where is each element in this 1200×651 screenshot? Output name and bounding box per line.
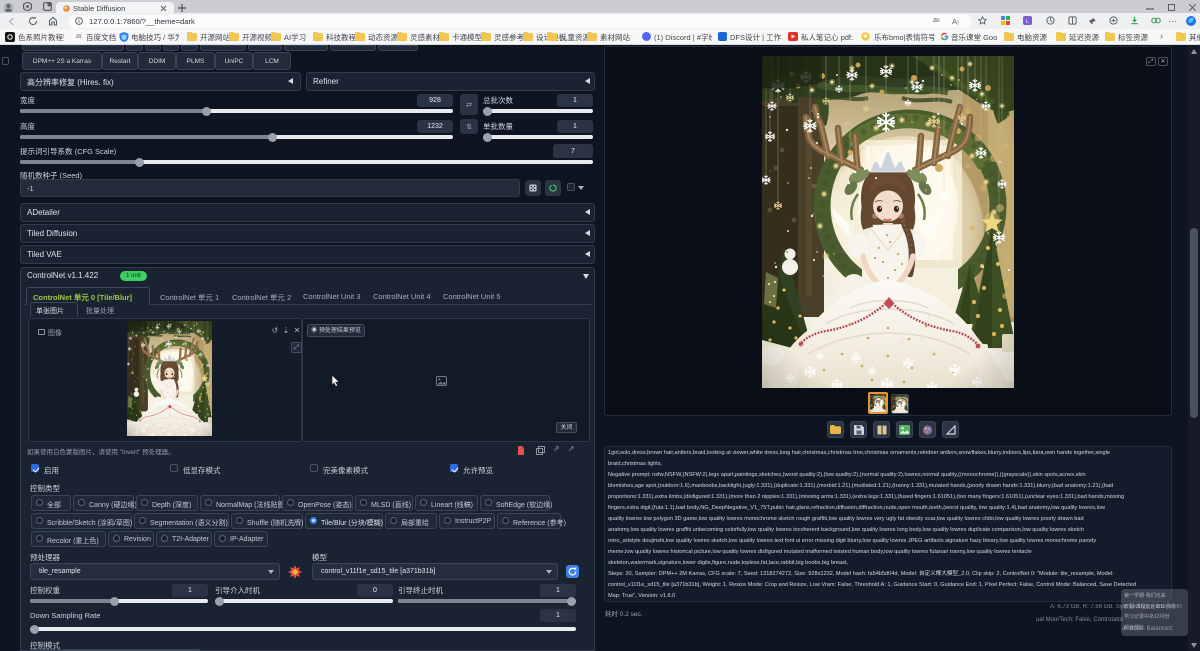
svg-text:L: L — [1026, 19, 1029, 25]
